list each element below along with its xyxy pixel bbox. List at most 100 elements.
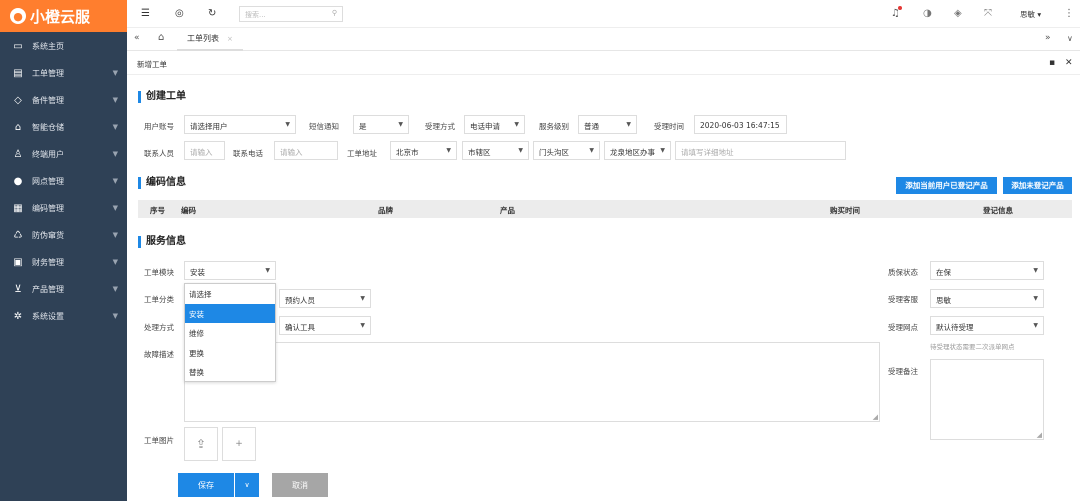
sidebar-item-label: 财务管理: [32, 258, 64, 267]
palette-icon[interactable]: ◑: [923, 8, 932, 20]
dropdown-option[interactable]: 请选择: [185, 284, 275, 304]
sidebar-item-products[interactable]: ⊻ 产品管理 ▼: [0, 276, 127, 303]
tag-icon[interactable]: ◈: [954, 8, 962, 20]
logo[interactable]: ● 小橙云服: [0, 0, 127, 32]
code-table-header: 序号 编码 品牌 产品 购买时间 登记信息: [138, 200, 1072, 218]
city-value: 北京市: [396, 148, 419, 157]
chevron-down-icon: ▼: [112, 96, 118, 104]
scroll-left-icon[interactable]: «: [134, 33, 140, 43]
caret-down-icon: ▼: [1033, 267, 1038, 274]
chevron-down-icon: ▼: [112, 312, 118, 320]
dropdown-option[interactable]: 替换: [185, 362, 275, 382]
resize-handle-icon[interactable]: ◢: [1037, 431, 1042, 439]
sidebar-item-settings[interactable]: ✲ 系统设置 ▼: [0, 303, 127, 330]
sidebar-item-label: 产品管理: [32, 285, 64, 294]
sidebar-item-label: 系统设置: [32, 312, 64, 321]
contact-label: 联系人员: [144, 149, 174, 158]
sidebar-item-codes[interactable]: ▦ 编码管理 ▼: [0, 195, 127, 222]
sidebar-item-home[interactable]: ▭ 系统主页: [0, 33, 127, 60]
resize-handle-icon[interactable]: ◢: [873, 413, 878, 421]
globe-icon[interactable]: ◎: [175, 8, 184, 20]
topbar: ☰ ◎ ↻ 搜索... ⚲ ♫ ◑ ◈ ⤧ 思敏 ▾ ⋮: [127, 0, 1080, 28]
accept-method-select[interactable]: 电话申请 ▼: [464, 115, 525, 134]
section-service-title: 服务信息: [138, 236, 186, 248]
sidebar-item-label: 编码管理: [32, 204, 64, 213]
close-page-icon[interactable]: ✕: [1065, 58, 1073, 68]
sidebar-item-label: 防伪窜货: [32, 231, 64, 240]
caret-down-icon: ▼: [446, 147, 451, 154]
page-title: 新增工单: [137, 60, 167, 69]
caret-down-icon: ▼: [660, 147, 665, 154]
fullscreen-icon[interactable]: ⤧: [984, 8, 992, 20]
service-level-select[interactable]: 普通 ▼: [578, 115, 637, 134]
caret-down-icon: ▼: [1033, 322, 1038, 329]
search-input[interactable]: 搜索... ⚲: [239, 6, 343, 22]
sidebar-item-anticounterfeit[interactable]: ♺ 防伪窜货 ▼: [0, 222, 127, 249]
close-icon[interactable]: ×: [227, 35, 233, 43]
sms-select[interactable]: 是 ▼: [353, 115, 409, 134]
service-point-value: 默认待受理: [936, 323, 974, 332]
confirm-tool-select[interactable]: 确认工具 ▼: [279, 316, 371, 335]
menu-toggle-icon[interactable]: ☰: [141, 8, 150, 20]
add-image-button[interactable]: +: [222, 427, 256, 461]
sidebar-item-label: 系统主页: [32, 42, 64, 51]
phone-label: 联系电话: [233, 149, 263, 158]
caret-down-icon: ▼: [518, 147, 523, 154]
more-icon[interactable]: ⋮: [1064, 8, 1074, 20]
city-select[interactable]: 北京市 ▼: [390, 141, 457, 160]
remark-textarea[interactable]: ◢: [930, 359, 1044, 440]
sidebar-item-users[interactable]: ♙ 终端用户 ▼: [0, 141, 127, 168]
col-code: 编码: [181, 206, 196, 215]
service-point-select[interactable]: 默认待受理 ▼: [930, 316, 1044, 335]
sidebar-item-parts[interactable]: ◇ 备件管理 ▼: [0, 87, 127, 114]
address-detail-input[interactable]: 请填写详细地址: [675, 141, 846, 160]
save-button[interactable]: 保存: [178, 480, 234, 491]
add-registered-product-button[interactable]: 添加当前用户已登记产品: [896, 177, 997, 194]
scroll-right-icon[interactable]: »: [1045, 33, 1051, 43]
save-dropdown-button[interactable]: ∨: [234, 473, 259, 497]
sidebar-item-label: 终端用户: [32, 150, 64, 159]
main-content: 新增工单 ▪ ✕ 创建工单 用户账号 请选择用户 ▼ 短信通知 是 ▼ 受理方式 电…: [127, 51, 1080, 501]
sidebar-item-finance[interactable]: ▣ 财务管理 ▼: [0, 249, 127, 276]
sidebar: ● 小橙云服 ▭ 系统主页 ▤ 工单管理 ▼ ◇ 备件管理 ▼ ⌂ 智能仓储 ▼…: [0, 0, 127, 501]
chevron-down-icon: ∨: [244, 481, 250, 489]
logo-icon: ●: [10, 8, 26, 24]
user-menu[interactable]: 思敏 ▾: [1020, 9, 1041, 20]
save-split-button: 保存 ∨: [178, 473, 259, 497]
office-select[interactable]: 龙泉地区办事 ▼: [604, 141, 671, 160]
parts-icon: ◇: [14, 95, 22, 106]
chevron-down-icon[interactable]: ∨: [1067, 34, 1073, 43]
search-placeholder: 搜索...: [245, 11, 266, 19]
refresh-icon[interactable]: ↻: [208, 8, 216, 20]
module-label: 工单模块: [144, 268, 174, 277]
appointment-select[interactable]: 预约人员 ▼: [279, 289, 371, 308]
dropdown-option-selected[interactable]: 安装: [185, 303, 275, 323]
image-label: 工单图片: [144, 436, 174, 445]
module-select[interactable]: 安装 ▼: [184, 261, 276, 280]
fault-description-textarea[interactable]: ◢: [184, 342, 880, 422]
upload-button[interactable]: ⇪: [184, 427, 218, 461]
district-level-select[interactable]: 市辖区 ▼: [462, 141, 529, 160]
caret-down-icon: ▼: [265, 267, 270, 274]
confirm-tool-value: 确认工具: [285, 323, 315, 332]
sidebar-item-workorder[interactable]: ▤ 工单管理 ▼: [0, 60, 127, 87]
user-account-select[interactable]: 请选择用户 ▼: [184, 115, 296, 134]
sidebar-item-outlets[interactable]: ● 网点管理 ▼: [0, 168, 127, 195]
service-staff-select[interactable]: 思敏 ▼: [930, 289, 1044, 308]
district-select[interactable]: 门头沟区 ▼: [533, 141, 600, 160]
dropdown-option[interactable]: 更换: [185, 343, 275, 363]
add-unregistered-product-button[interactable]: 添加未登记产品: [1003, 177, 1072, 194]
home-icon[interactable]: ⌂: [158, 32, 164, 43]
warranty-select[interactable]: 在保 ▼: [930, 261, 1044, 280]
dropdown-option[interactable]: 维修: [185, 323, 275, 343]
caret-down-icon: ▼: [514, 121, 519, 128]
tab-workorder-list[interactable]: 工单列表 ×: [177, 28, 243, 51]
sidebar-item-warehouse[interactable]: ⌂ 智能仓储 ▼: [0, 114, 127, 141]
popout-icon[interactable]: ▪: [1049, 58, 1055, 68]
accept-time-input[interactable]: 2020-06-03 16:47:15: [694, 115, 787, 134]
phone-input[interactable]: 请输入: [274, 141, 338, 160]
appointment-value: 预约人员: [285, 296, 315, 305]
chevron-down-icon: ▼: [112, 150, 118, 158]
cancel-button[interactable]: 取消: [272, 473, 328, 497]
contact-input[interactable]: 请输入: [184, 141, 225, 160]
